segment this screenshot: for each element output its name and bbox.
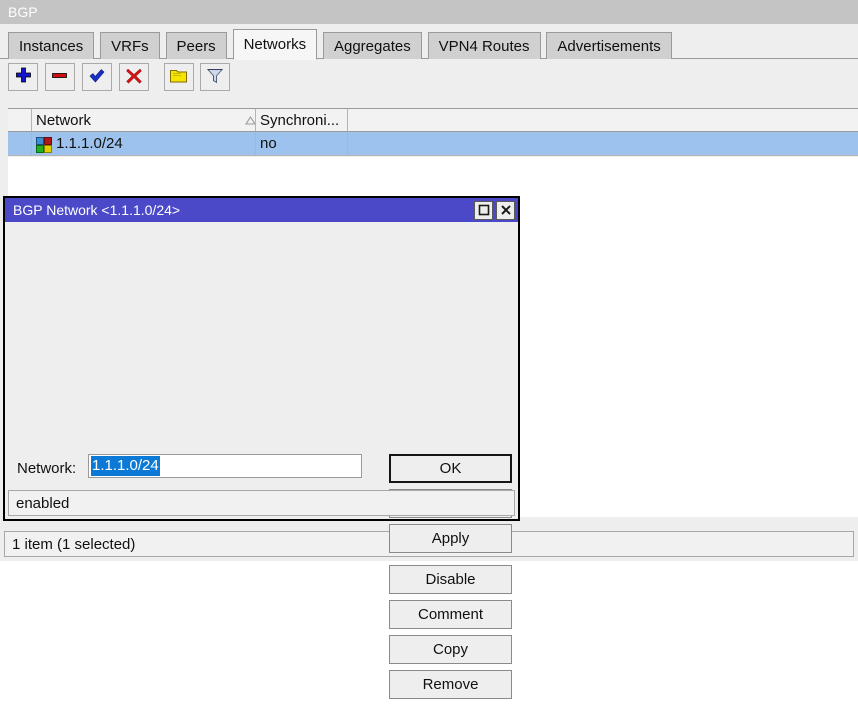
table-header-row: Network Synchroni... bbox=[8, 108, 858, 132]
remove-button[interactable] bbox=[45, 63, 75, 91]
button-label: Disable bbox=[425, 571, 475, 588]
dialog-title: BGP Network <1.1.1.0/24> bbox=[13, 202, 471, 218]
row-network-value: 1.1.1.0/24 bbox=[56, 135, 123, 152]
disable-button[interactable] bbox=[119, 63, 149, 91]
tab-label: VRFs bbox=[111, 38, 149, 55]
copy-button[interactable]: Copy bbox=[389, 635, 512, 664]
tab-vpn4-routes[interactable]: VPN4 Routes bbox=[428, 32, 541, 59]
toolbar bbox=[0, 59, 858, 97]
network-input-value: 1.1.1.0/24 bbox=[91, 456, 160, 476]
tab-advertisements[interactable]: Advertisements bbox=[546, 32, 671, 59]
filter-button[interactable] bbox=[200, 63, 230, 91]
comment-button[interactable] bbox=[164, 63, 194, 91]
bgp-network-dialog: BGP Network <1.1.1.0/24> Network: 1.1.1.… bbox=[3, 196, 520, 521]
filter-icon bbox=[206, 67, 224, 88]
status-bar-text: 1 item (1 selected) bbox=[12, 536, 135, 553]
minus-icon bbox=[51, 67, 68, 87]
button-label: Apply bbox=[432, 530, 470, 547]
network-field-label: Network: bbox=[17, 460, 76, 477]
dialog-body: Network: 1.1.1.0/24 Synchronize OK Cance… bbox=[5, 222, 518, 490]
disable-button[interactable]: Disable bbox=[389, 565, 512, 594]
window-title: BGP bbox=[8, 4, 38, 20]
button-label: Comment bbox=[418, 606, 483, 623]
tab-aggregates[interactable]: Aggregates bbox=[323, 32, 422, 59]
button-label: Copy bbox=[433, 641, 468, 658]
column-header-network[interactable]: Network bbox=[32, 109, 256, 131]
apply-button[interactable]: Apply bbox=[389, 524, 512, 553]
column-header-flags[interactable] bbox=[8, 109, 32, 131]
tab-strip: Instances VRFs Peers Networks Aggregates… bbox=[0, 29, 858, 59]
row-filler-cell bbox=[348, 132, 858, 155]
button-label: Remove bbox=[423, 676, 479, 693]
note-icon bbox=[169, 67, 188, 87]
networks-table: Network Synchroni... 1.1.1.0/24 bbox=[8, 108, 858, 156]
tab-vrfs[interactable]: VRFs bbox=[100, 32, 160, 59]
network-input[interactable]: 1.1.1.0/24 bbox=[88, 454, 362, 478]
tab-label: Peers bbox=[177, 38, 216, 55]
enable-button[interactable] bbox=[82, 63, 112, 91]
row-sync-cell: no bbox=[256, 132, 348, 155]
tab-peers[interactable]: Peers bbox=[166, 32, 227, 59]
row-sync-value: no bbox=[260, 135, 277, 152]
check-icon bbox=[88, 67, 106, 88]
window-titlebar: BGP bbox=[0, 0, 858, 24]
remove-button[interactable]: Remove bbox=[389, 670, 512, 699]
restore-icon[interactable] bbox=[474, 201, 493, 220]
table-row[interactable]: 1.1.1.0/24 no bbox=[8, 132, 858, 156]
tab-label: VPN4 Routes bbox=[439, 38, 530, 55]
sort-ascending-icon bbox=[240, 116, 250, 124]
dialog-status-bar: enabled bbox=[8, 490, 515, 516]
column-header-synchronize[interactable]: Synchroni... bbox=[256, 109, 348, 131]
button-label: OK bbox=[440, 460, 462, 477]
tab-label: Networks bbox=[244, 36, 307, 53]
column-header-label: Network bbox=[36, 112, 91, 129]
four-squares-icon bbox=[36, 137, 50, 151]
dialog-titlebar[interactable]: BGP Network <1.1.1.0/24> bbox=[5, 198, 518, 222]
tab-label: Aggregates bbox=[334, 38, 411, 55]
dialog-status-text: enabled bbox=[16, 495, 69, 512]
row-flags-cell bbox=[8, 132, 32, 155]
row-network-cell: 1.1.1.0/24 bbox=[32, 132, 256, 155]
column-header-filler bbox=[348, 109, 858, 131]
comment-button[interactable]: Comment bbox=[389, 600, 512, 629]
column-header-label: Synchroni... bbox=[260, 112, 339, 129]
tab-instances[interactable]: Instances bbox=[8, 32, 94, 59]
close-icon[interactable] bbox=[496, 201, 515, 220]
tab-networks[interactable]: Networks bbox=[233, 29, 318, 60]
plus-icon bbox=[15, 67, 32, 87]
add-button[interactable] bbox=[8, 63, 38, 91]
tab-label: Advertisements bbox=[557, 38, 660, 55]
tab-label: Instances bbox=[19, 38, 83, 55]
cross-icon bbox=[125, 67, 143, 88]
ok-button[interactable]: OK bbox=[389, 454, 512, 483]
